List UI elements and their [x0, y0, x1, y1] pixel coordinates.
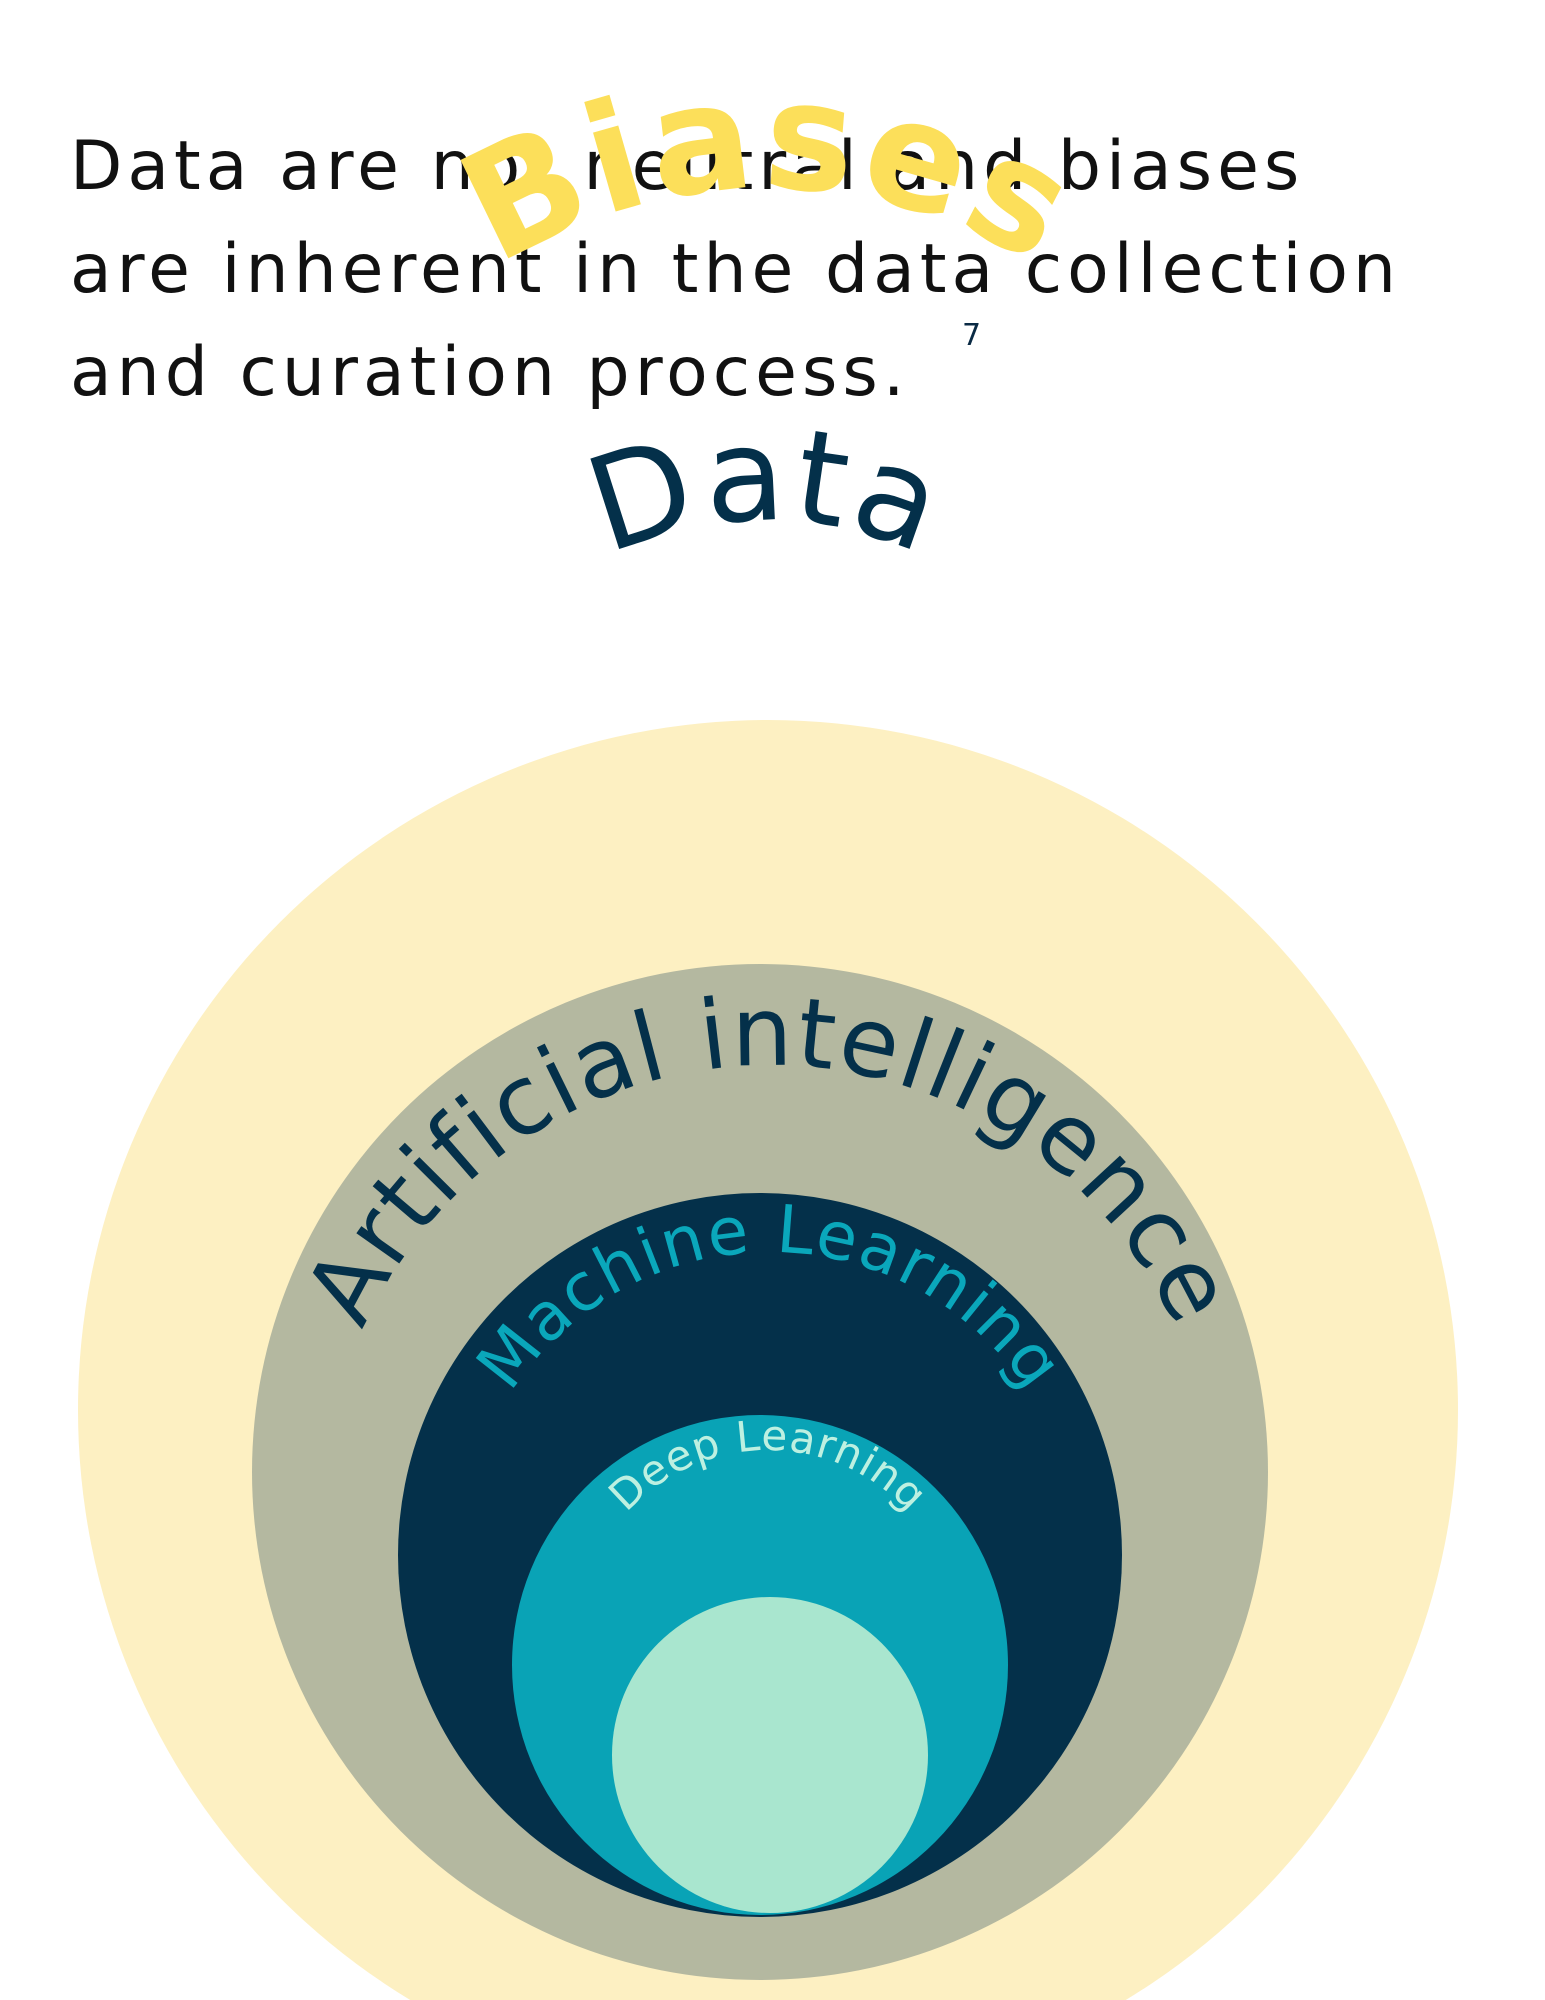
inner-core-circle [612, 1597, 928, 1913]
data-label-path: Data [570, 398, 960, 584]
data-label: Data [570, 398, 964, 584]
biases-label: Biases [436, 48, 1103, 297]
nested-circles-diagram: Biases Data Artificial intelligence Mach… [78, 48, 1458, 2000]
biases-label-path: Biases [436, 48, 1099, 297]
